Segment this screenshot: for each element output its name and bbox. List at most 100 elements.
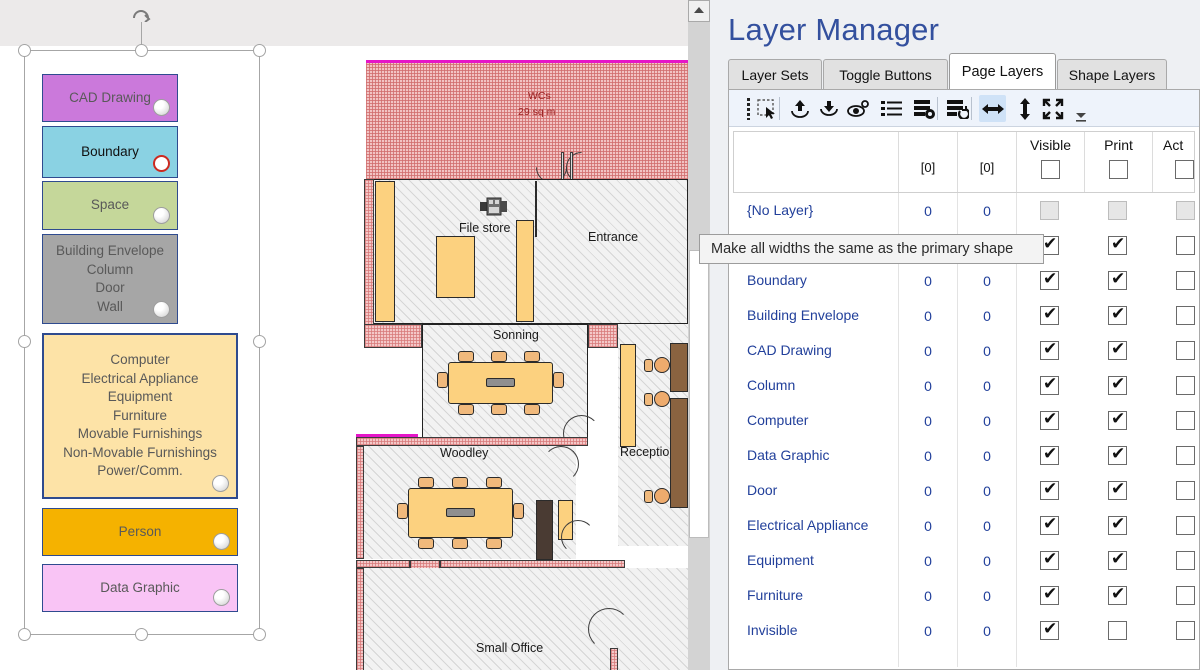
checkbox-print[interactable]: ✔ [1108, 340, 1127, 360]
legend-toggle-dot[interactable] [153, 301, 170, 318]
list-refresh-icon[interactable] [944, 95, 971, 122]
legend-toggle-dot[interactable] [213, 533, 230, 550]
selection-handle-bl[interactable] [18, 628, 31, 641]
selection-handle-ml[interactable] [18, 335, 31, 348]
apply-up-icon[interactable] [786, 95, 813, 122]
table-row[interactable]: Data Graphic 0 0 ✔ ✔ [733, 439, 1195, 474]
table-row[interactable]: Invisible 0 0 ✔ [733, 614, 1195, 649]
legend-shape-data-graphic[interactable]: Data Graphic [42, 564, 238, 612]
legend-toggle-dot-active[interactable] [153, 155, 170, 172]
checkbox-print[interactable]: ✔ [1108, 480, 1127, 500]
floor-plan-drawing[interactable]: WCs 29 sq m File store Entrance Sonning [348, 60, 688, 670]
scroll-thumb[interactable] [689, 250, 709, 538]
legend-toggle-dot[interactable] [153, 99, 170, 116]
legend-shape-computer-group[interactable]: Computer Electrical Appliance Equipment … [42, 333, 238, 499]
checkbox-active[interactable] [1176, 516, 1195, 535]
checkbox-visible[interactable]: ✔ [1040, 585, 1059, 605]
checkbox-visible[interactable]: ✔ [1040, 550, 1059, 570]
selection-handle-mr[interactable] [253, 335, 266, 348]
table-row[interactable]: Furniture 0 0 ✔ ✔ [733, 579, 1195, 614]
checkbox-visible[interactable]: ✔ [1040, 304, 1059, 325]
checkbox-active[interactable] [1176, 481, 1195, 500]
checkbox-print[interactable]: ✔ [1108, 515, 1127, 535]
canvas-top-band [0, 0, 688, 46]
checkbox-active[interactable] [1176, 376, 1195, 395]
checkbox-visible[interactable]: ✔ [1040, 410, 1059, 430]
reception-wall-unit-lower [670, 398, 688, 508]
selection-handle-br[interactable] [253, 628, 266, 641]
legend-shape-building-envelope[interactable]: Building Envelope Column Door Wall [42, 234, 178, 324]
checkbox-visible[interactable]: ✔ [1040, 445, 1059, 465]
table-row[interactable]: Computer 0 0 ✔ ✔ [733, 404, 1195, 439]
list-settings-icon[interactable] [911, 95, 938, 122]
selection-handle-tl[interactable] [18, 44, 31, 57]
select-shapes-icon[interactable] [753, 95, 780, 122]
chair-sonning-l1 [437, 372, 448, 388]
door-leaf-wcs-b [570, 152, 573, 180]
header-checkbox-print[interactable] [1108, 160, 1128, 179]
checkbox-visible[interactable]: ✔ [1040, 480, 1059, 500]
checkbox-active[interactable] [1176, 341, 1195, 360]
checkbox-visible[interactable]: ✔ [1040, 340, 1059, 360]
table-row[interactable]: Building Envelope 0 0 ✔ ✔ [733, 299, 1195, 334]
checkbox-active[interactable] [1176, 446, 1195, 465]
legend-shape-space[interactable]: Space [42, 181, 178, 230]
table-row[interactable]: Column 0 0 ✔ ✔ [733, 369, 1195, 404]
tab-toggle-buttons[interactable]: Toggle Buttons [823, 59, 948, 89]
checkbox-active[interactable] [1176, 411, 1195, 430]
rotation-handle-icon[interactable] [131, 6, 151, 22]
tab-page-layers[interactable]: Page Layers [949, 53, 1056, 89]
header-checkbox-visible[interactable] [1040, 160, 1060, 179]
caret-up-icon [694, 7, 704, 13]
apply-down-icon[interactable] [815, 95, 842, 122]
tab-layer-sets[interactable]: Layer Sets [728, 59, 822, 89]
checkmark-icon: ✔ [1043, 304, 1058, 324]
checkbox-active[interactable] [1176, 236, 1195, 255]
header-checkbox-active[interactable] [1175, 160, 1194, 179]
checkbox-print[interactable]: ✔ [1108, 410, 1127, 430]
checkbox-print[interactable]: ✔ [1108, 375, 1127, 395]
checkbox-print[interactable]: ✔ [1108, 550, 1127, 570]
checkbox-active[interactable] [1176, 271, 1195, 290]
checkbox-active[interactable] [1176, 586, 1195, 605]
overflow-chevron-icon[interactable] [1067, 102, 1094, 129]
table-row[interactable]: CAD Drawing 0 0 ✔ ✔ [733, 334, 1195, 369]
eye-visibility-icon[interactable] [845, 95, 872, 122]
checkbox-visible[interactable]: ✔ [1040, 620, 1059, 640]
checkbox-print[interactable]: ✔ [1108, 270, 1127, 290]
checkbox-active[interactable] [1176, 621, 1195, 640]
same-height-icon[interactable] [1011, 95, 1038, 122]
layer-table[interactable]: [0] [0] Visible Print Act {No Layer} 0 0… [733, 131, 1195, 667]
legend-shape-person[interactable]: Person [42, 508, 238, 556]
checkbox-print[interactable]: ✔ [1108, 445, 1127, 465]
checkbox-print[interactable]: ✔ [1108, 305, 1127, 325]
tab-shape-layers[interactable]: Shape Layers [1057, 59, 1167, 89]
checkbox-print[interactable]: ✔ [1108, 585, 1127, 605]
checkbox-visible[interactable]: ✔ [1040, 375, 1059, 395]
legend-shape-cad-drawing[interactable]: CAD Drawing [42, 74, 178, 122]
selection-handle-tr[interactable] [253, 44, 266, 57]
checkbox-print[interactable] [1108, 621, 1127, 640]
legend-toggle-dot[interactable] [153, 207, 170, 224]
selection-handle-tm[interactable] [135, 44, 148, 57]
same-size-icon[interactable] [1039, 95, 1066, 122]
legend-toggle-dot[interactable] [212, 475, 229, 492]
legend-shape-boundary[interactable]: Boundary [42, 126, 178, 178]
checkbox-active[interactable] [1176, 306, 1195, 325]
selection-handle-bm[interactable] [135, 628, 148, 641]
table-row[interactable]: Door 0 0 ✔ ✔ [733, 474, 1195, 509]
checkbox-active[interactable] [1176, 551, 1195, 570]
legend-toggle-dot[interactable] [213, 589, 230, 606]
visio-canvas[interactable]: CAD Drawing Boundary Space Building Enve… [0, 0, 688, 670]
same-width-icon[interactable] [979, 95, 1006, 122]
checkbox-print[interactable]: ✔ [1108, 235, 1127, 255]
checkbox-visible[interactable]: ✔ [1040, 515, 1059, 535]
checkbox-visible[interactable]: ✔ [1040, 270, 1059, 290]
table-row[interactable]: Boundary 0 0 ✔ ✔ [733, 264, 1195, 299]
table-row[interactable]: {No Layer} 0 0 [733, 194, 1195, 229]
table-row[interactable]: Equipment 0 0 ✔ ✔ [733, 544, 1195, 579]
list-layers-icon[interactable] [878, 95, 905, 122]
scroll-up-button[interactable] [688, 0, 710, 22]
canvas-vertical-scrollbar[interactable] [688, 0, 710, 670]
table-row[interactable]: Electrical Appliance 0 0 ✔ ✔ [733, 509, 1195, 544]
